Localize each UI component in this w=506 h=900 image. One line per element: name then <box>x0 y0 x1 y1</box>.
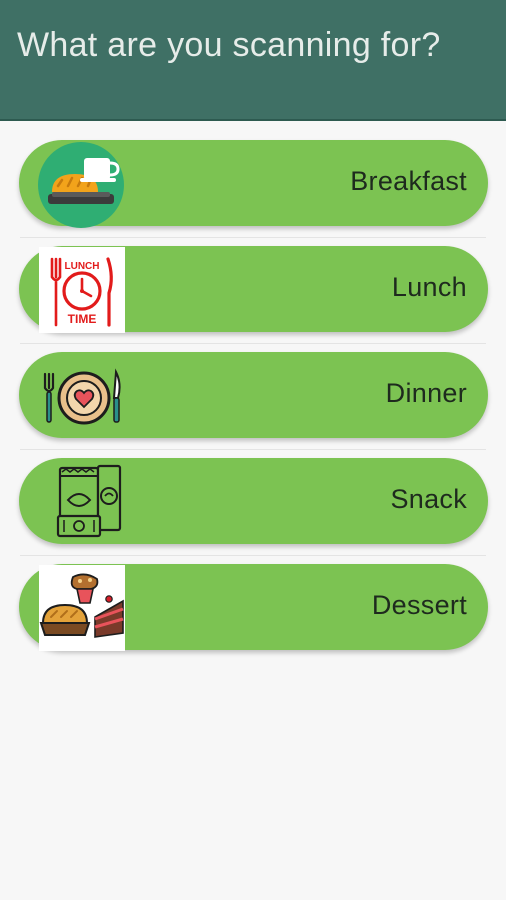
snack-label: Snack <box>390 484 467 514</box>
meal-type-list: Breakfast LUNCH TIME Lunch Dinner Snack … <box>0 139 506 669</box>
list-item: Breakfast <box>0 139 506 245</box>
list-item: LUNCH TIME Lunch <box>0 245 506 351</box>
breakfast-icon <box>38 142 124 228</box>
snack-packs-icon <box>38 460 124 546</box>
dessert-button[interactable]: Dessert <box>19 564 488 651</box>
list-item: Dinner <box>0 351 506 457</box>
dessert-label: Dessert <box>371 590 467 620</box>
page-title: What are you scanning for? <box>17 26 441 64</box>
lunch-icon-top-text: LUNCH <box>65 261 100 272</box>
dinner-button[interactable]: Dinner <box>19 352 488 438</box>
lunch-icon-bottom-text: TIME <box>68 312 97 326</box>
app-header: What are you scanning for? <box>0 0 506 121</box>
dinner-label: Dinner <box>385 378 467 408</box>
lunch-label: Lunch <box>391 272 467 302</box>
lunch-time-icon: LUNCH TIME <box>39 247 125 333</box>
breakfast-button[interactable]: Breakfast <box>19 140 488 228</box>
snack-button[interactable]: Snack <box>19 458 488 544</box>
lunch-button[interactable]: LUNCH TIME Lunch <box>19 246 488 333</box>
breakfast-label: Breakfast <box>350 166 467 196</box>
dessert-icon <box>39 565 125 651</box>
list-item: Dessert <box>0 563 506 669</box>
dinner-plate-icon <box>38 354 124 440</box>
list-item: Snack <box>0 457 506 563</box>
